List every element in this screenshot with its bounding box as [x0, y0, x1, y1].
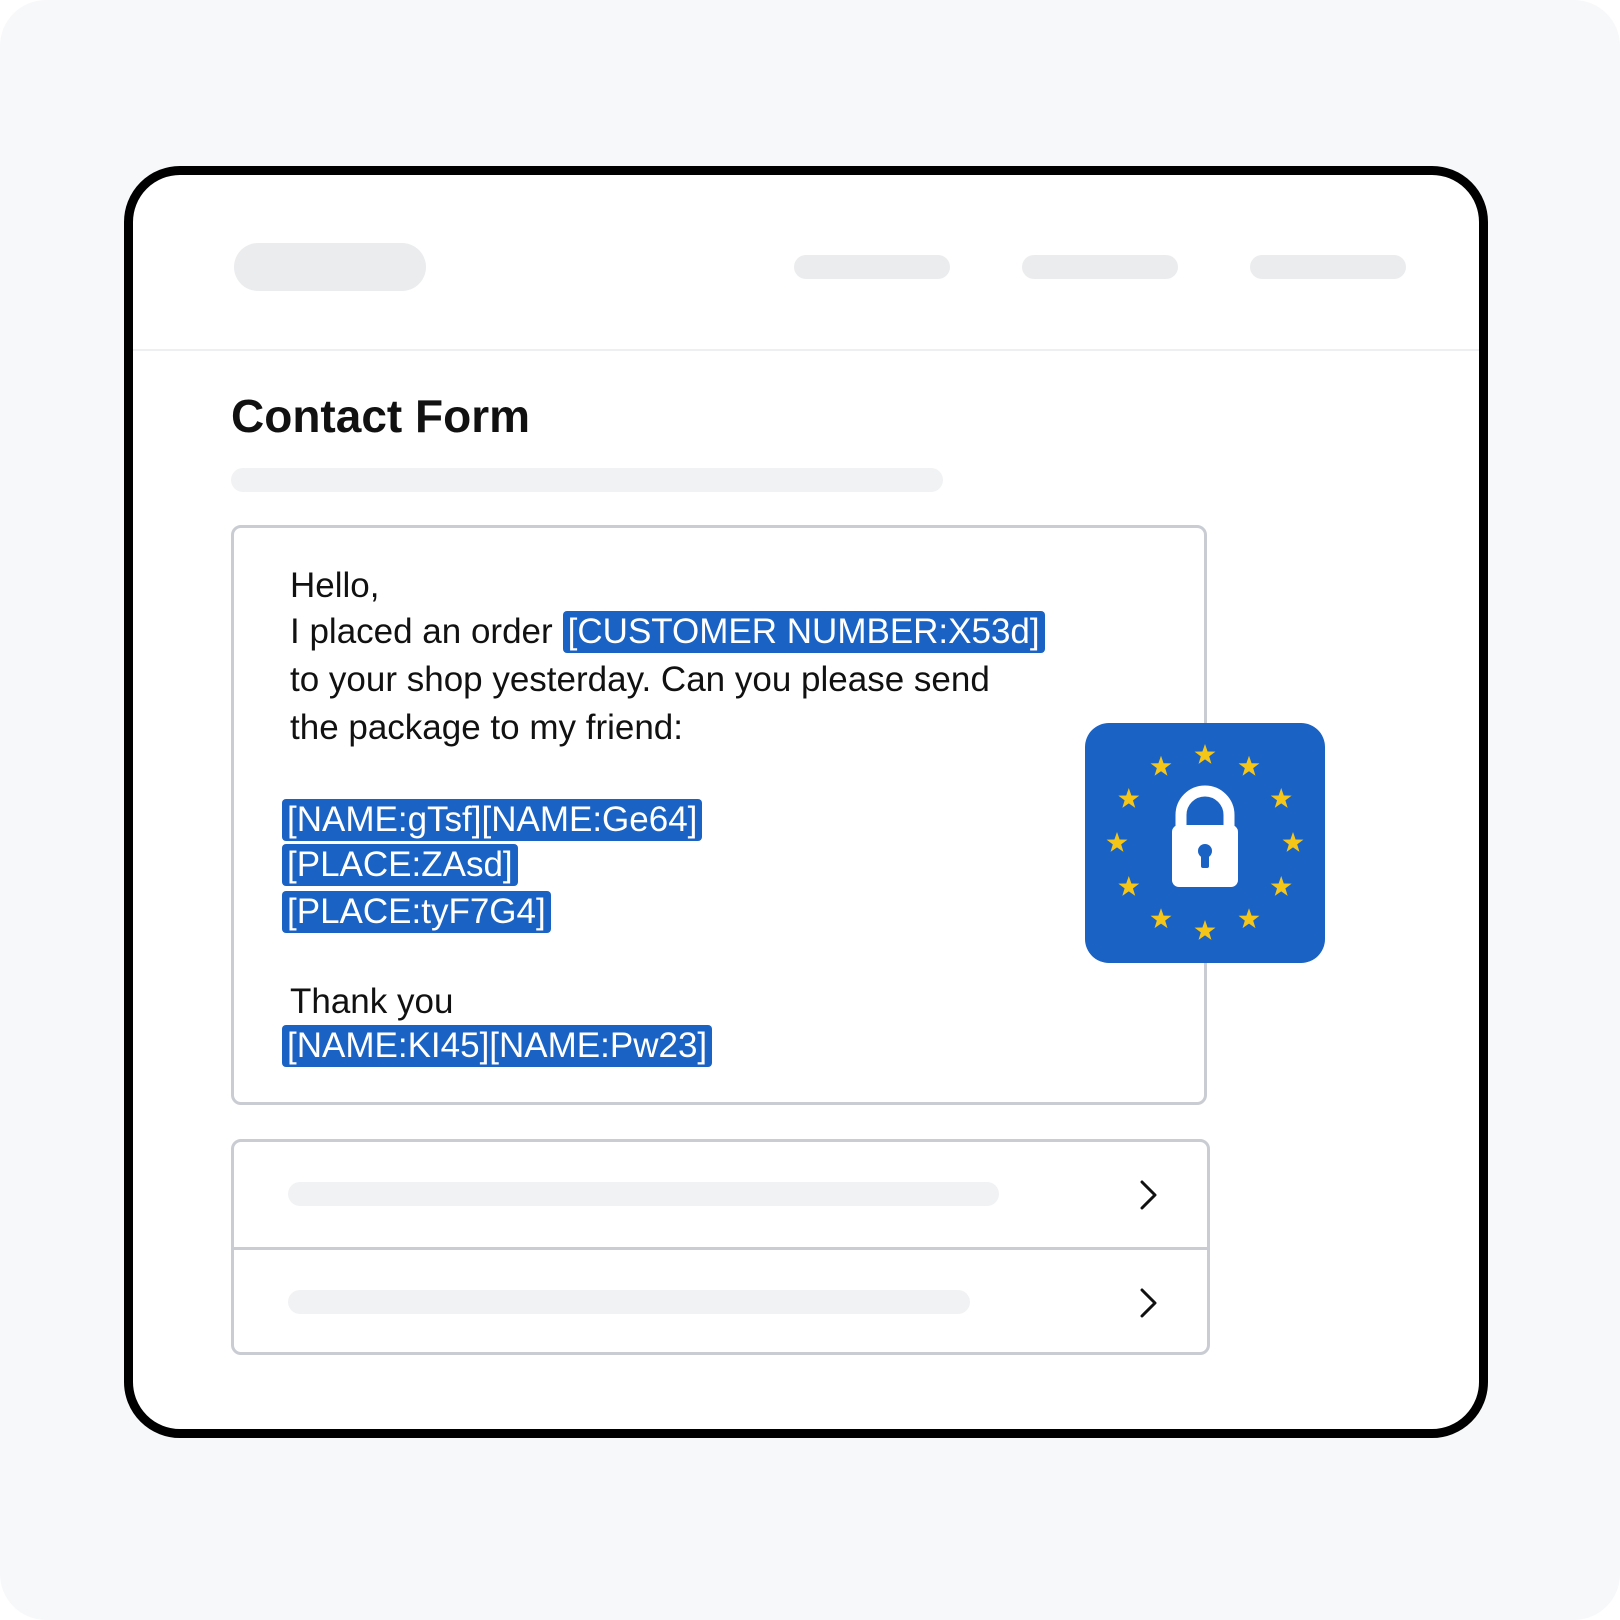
sender-name-tag: [NAME:KI45][NAME:Pw23] — [282, 1025, 713, 1067]
nav-item-placeholder-3[interactable] — [1250, 255, 1406, 279]
message-textarea[interactable]: Hello, I placed an order [CUSTOMER NUMBER… — [231, 525, 1207, 1105]
star-icon — [1282, 832, 1304, 852]
subtitle-placeholder — [231, 468, 943, 492]
star-icon — [1238, 908, 1260, 929]
message-shop-line: to your shop yesterday. Can you please s… — [290, 660, 990, 699]
list-item-placeholder — [288, 1182, 999, 1206]
message-package-line: the package to my friend: — [290, 708, 683, 747]
star-icon — [1150, 908, 1172, 929]
star-icon — [1194, 920, 1216, 940]
chevron-right-icon — [1140, 1180, 1157, 1210]
message-closing: Thank you — [290, 982, 454, 1021]
page-title: Contact Form — [231, 390, 530, 442]
star-icon — [1270, 788, 1292, 808]
place-line-2: [PLACE:tyF7G4] — [282, 890, 551, 934]
star-icon — [1270, 876, 1292, 896]
nav-item-placeholder-2[interactable] — [1022, 255, 1178, 279]
star-icon — [1118, 788, 1140, 808]
star-icon — [1150, 755, 1172, 776]
eu-lock-icon — [1106, 744, 1304, 940]
page-background: Contact Form Hello, I placed an order [CU… — [0, 0, 1620, 1620]
recipient-name-line: [NAME:gTsf][NAME:Ge64] — [282, 798, 703, 842]
star-icon — [1238, 755, 1260, 776]
list-item[interactable] — [234, 1142, 1207, 1250]
place-line-1: [PLACE:ZAsd] — [282, 843, 518, 887]
recipient-name-tag: [NAME:gTsf][NAME:Ge64] — [282, 799, 703, 841]
place-tag-1: [PLACE:ZAsd] — [282, 844, 518, 886]
logo-placeholder[interactable] — [234, 243, 426, 291]
lock-icon — [1172, 785, 1238, 887]
order-prefix-text: I placed an order — [290, 612, 553, 651]
eu-privacy-badge — [1085, 723, 1325, 963]
message-order-line: I placed an order [CUSTOMER NUMBER:X53d] — [290, 610, 1045, 654]
place-tag-2: [PLACE:tyF7G4] — [282, 891, 551, 933]
message-greeting: Hello, — [290, 566, 380, 605]
star-icon — [1118, 876, 1140, 896]
list-item[interactable] — [234, 1250, 1207, 1355]
chevron-right-icon — [1140, 1288, 1157, 1318]
top-navigation-bar — [133, 175, 1479, 351]
star-icon — [1194, 744, 1216, 764]
sender-name-line: [NAME:KI45][NAME:Pw23] — [282, 1024, 713, 1068]
options-list — [231, 1139, 1210, 1355]
list-item-placeholder — [288, 1290, 970, 1314]
customer-number-tag: [CUSTOMER NUMBER:X53d] — [562, 611, 1045, 653]
star-icon — [1106, 832, 1128, 852]
nav-item-placeholder-1[interactable] — [794, 255, 950, 279]
